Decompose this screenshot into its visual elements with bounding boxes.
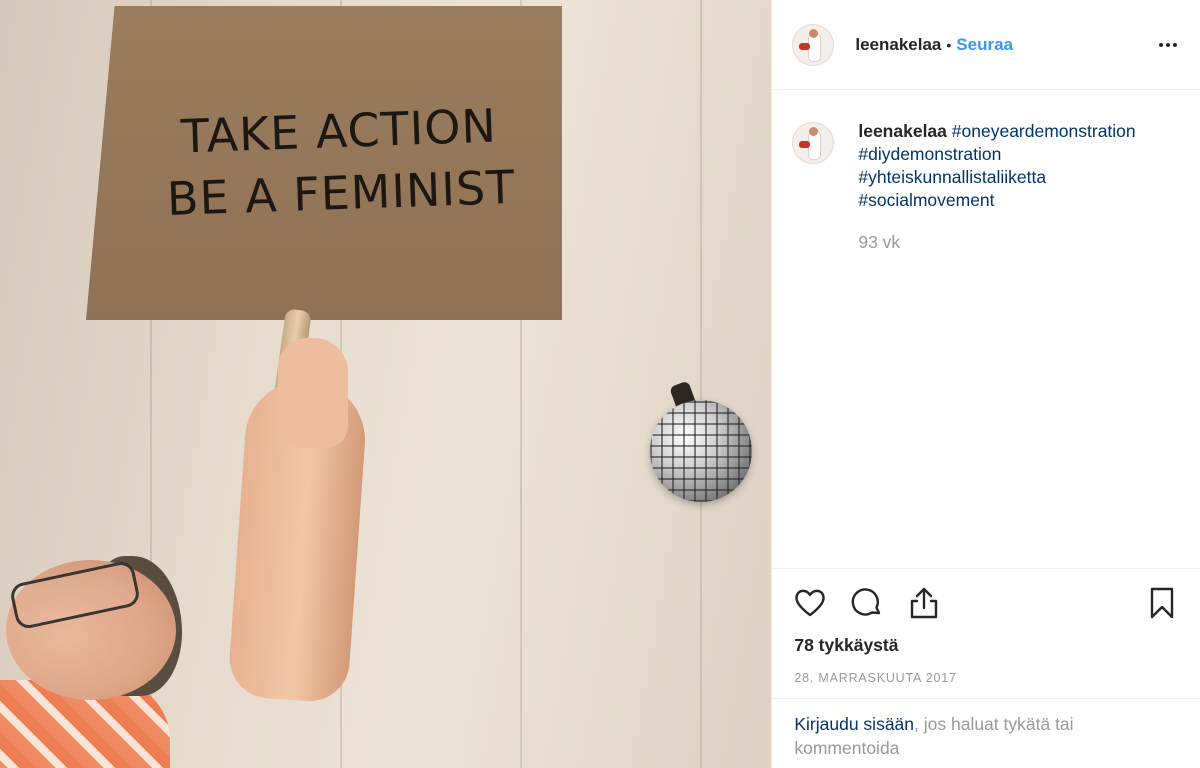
post-date[interactable]: 28. MARRASKUUTA 2017 — [794, 671, 956, 685]
caption-timestamp[interactable]: 93 vk — [858, 231, 1135, 254]
action-bar: 78 tykkäystä 28. MARRASKUUTA 2017 — [772, 568, 1200, 698]
disco-ball — [650, 400, 752, 502]
avatar-figure-head — [809, 28, 819, 38]
hand — [278, 338, 348, 448]
caption-username[interactable]: leenakelaa — [858, 121, 947, 141]
avatar-figure-accent — [799, 42, 811, 50]
login-prompt: Kirjaudu sisään, jos haluat tykätä tai k… — [772, 698, 1200, 768]
login-link[interactable]: Kirjaudu sisään — [794, 714, 914, 734]
follow-button[interactable]: Seuraa — [956, 35, 1013, 55]
comment-icon[interactable] — [848, 585, 884, 621]
hashtag-link[interactable]: #oneyeardemonstration — [952, 121, 1136, 141]
header-username[interactable]: leenakelaa — [855, 35, 941, 55]
caption-avatar[interactable] — [792, 122, 835, 164]
wall-panel-line — [700, 0, 702, 768]
hashtag-link[interactable]: #yhteiskunnallistaliiketta — [858, 166, 1135, 189]
post-photo[interactable]: TAKE ACTION BE A FEMINIST — [0, 0, 772, 768]
caption: leenakelaa #oneyeardemonstration #diydem… — [792, 120, 1182, 254]
hashtag-link[interactable]: #socialmovement — [858, 189, 1135, 212]
share-icon[interactable] — [906, 585, 942, 621]
avatar[interactable] — [792, 23, 835, 66]
protest-sign-text: TAKE ACTION BE A FEMINIST — [138, 93, 542, 231]
hashtag-link[interactable]: #diydemonstration — [858, 143, 1135, 166]
more-options-icon[interactable] — [1157, 34, 1178, 54]
bookmark-icon[interactable] — [1144, 585, 1180, 621]
likes-count[interactable]: 78 tykkäystä — [794, 635, 898, 656]
instagram-post: TAKE ACTION BE A FEMINIST leenakelaa • S… — [0, 0, 1200, 768]
avatar-figure-accent — [799, 141, 811, 148]
post-header: leenakelaa • Seuraa — [772, 0, 1200, 90]
caption-body: leenakelaa #oneyeardemonstration #diydem… — [858, 120, 1135, 254]
post-sidebar: leenakelaa • Seuraa leenakelaa #oneyeard… — [771, 0, 1200, 768]
separator-dot: • — [946, 36, 952, 53]
heart-icon[interactable] — [792, 585, 828, 621]
